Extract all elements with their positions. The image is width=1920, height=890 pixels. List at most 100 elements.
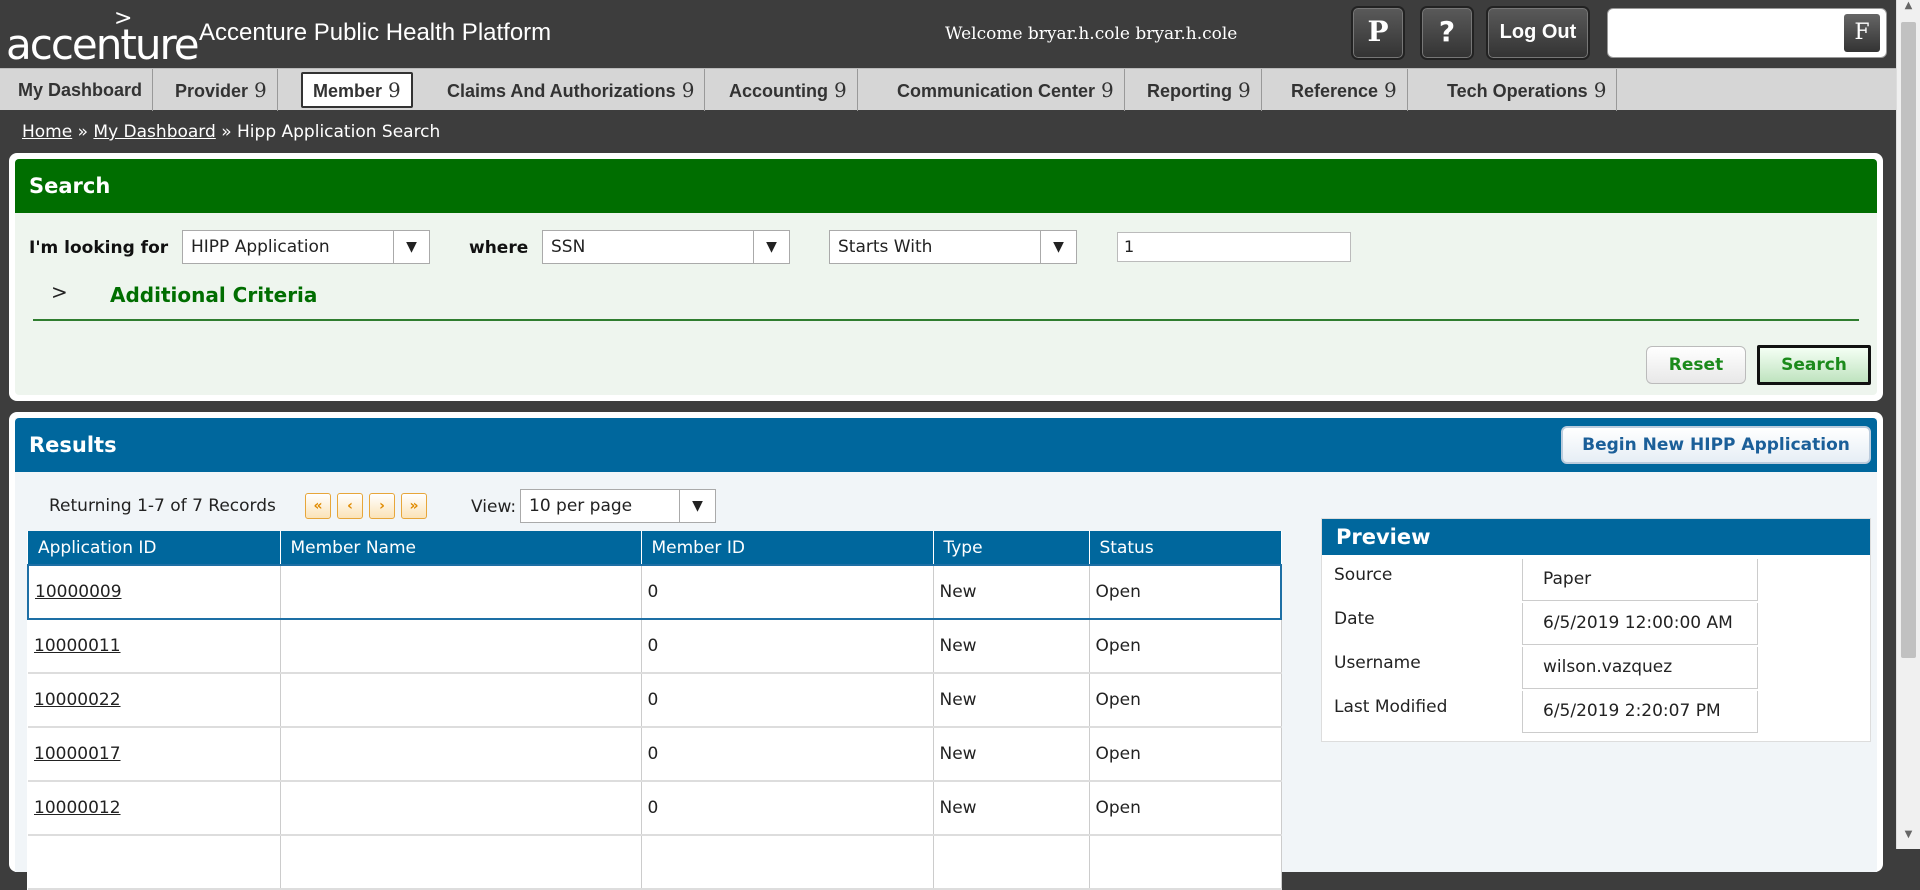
preview-label: Username (1334, 653, 1421, 673)
reset-button[interactable]: Reset (1646, 346, 1746, 384)
table-row[interactable]: 10000009 0 New Open (27, 564, 1282, 620)
application-id-link[interactable]: 10000009 (35, 582, 122, 602)
column-header-status[interactable]: Status (1089, 531, 1282, 565)
looking-for-label: I'm looking for (29, 238, 169, 258)
member-name-cell (280, 835, 642, 890)
column-header-type[interactable]: Type (933, 531, 1090, 565)
logo-wordmark: accenture (6, 20, 200, 69)
member-name-cell (280, 619, 642, 674)
preview-value: 6/5/2019 12:00:00 AM (1522, 603, 1758, 645)
accenture-logo[interactable]: > accenture (6, 6, 200, 69)
page-scrollbar[interactable]: ▲ ▼ (1896, 0, 1920, 849)
additional-criteria-toggle[interactable]: Additional Criteria (110, 283, 317, 307)
member-name-cell (280, 781, 642, 836)
search-button[interactable]: Search (1757, 345, 1871, 385)
breadcrumb-current: Hipp Application Search (237, 122, 441, 142)
status-cell: Open (1089, 673, 1282, 728)
application-id-link[interactable]: 10000017 (34, 744, 121, 764)
results-table: Application ID Member Name Member ID Typ… (27, 531, 1282, 890)
nav-label: Member (313, 81, 383, 101)
nav-label: Claims And Authorizations (447, 81, 676, 101)
nav-item-communication-center[interactable]: Communication Center 9 (887, 69, 1125, 111)
preview-row-last-modified: Last Modified 6/5/2019 2:20:07 PM (1322, 687, 1872, 733)
breadcrumb-separator: » (221, 122, 232, 142)
nav-badge: 9 (388, 78, 401, 102)
scroll-up-icon[interactable]: ▲ (1897, 0, 1920, 20)
preview-title: Preview (1322, 519, 1870, 555)
nav-item-my-dashboard[interactable]: My Dashboard (8, 69, 154, 111)
nav-item-member[interactable]: Member 9 (301, 72, 413, 108)
chevron-down-icon[interactable]: ▼ (393, 231, 429, 263)
breadcrumb: Home » My Dashboard » Hipp Application S… (22, 122, 440, 142)
status-cell: Open (1089, 619, 1282, 674)
help-button[interactable]: ? (1420, 6, 1474, 60)
nav-item-reporting[interactable]: Reporting 9 (1137, 69, 1262, 111)
expand-arrow-icon[interactable]: > (51, 280, 68, 304)
nav-label: Tech Operations (1447, 81, 1588, 101)
field-select[interactable]: SSN ▼ (542, 230, 790, 264)
preview-label: Source (1334, 565, 1393, 585)
per-page-select[interactable]: 10 per page ▼ (520, 489, 716, 523)
looking-for-select[interactable]: HIPP Application ▼ (182, 230, 430, 264)
first-page-icon[interactable]: « (305, 493, 331, 519)
type-cell: New (933, 781, 1090, 836)
nav-badge: 9 (681, 78, 695, 102)
search-value-input[interactable]: 1 (1117, 232, 1351, 262)
breadcrumb-dashboard[interactable]: My Dashboard (93, 122, 215, 142)
app-title: Accenture Public Health Platform (199, 19, 552, 46)
begin-new-hipp-application-button[interactable]: Begin New HIPP Application (1561, 426, 1871, 464)
where-label: where (469, 238, 529, 258)
last-page-icon[interactable]: » (401, 493, 427, 519)
nav-item-tech-operations[interactable]: Tech Operations 9 (1437, 69, 1618, 111)
results-panel: Results Begin New HIPP Application Retur… (9, 412, 1883, 890)
global-search-button[interactable]: F (1844, 14, 1880, 52)
application-id-link[interactable]: 10000022 (34, 690, 121, 710)
nav-item-claims[interactable]: Claims And Authorizations 9 (437, 69, 706, 111)
nav-item-reference[interactable]: Reference 9 (1281, 69, 1408, 111)
chevron-down-icon[interactable]: ▼ (753, 231, 789, 263)
scroll-thumb[interactable] (1901, 22, 1916, 658)
record-count: Returning 1-7 of 7 Records (49, 496, 276, 516)
member-id-cell: 0 (641, 727, 934, 782)
prev-page-icon[interactable]: ‹ (337, 493, 363, 519)
member-id-cell: 0 (641, 564, 934, 620)
scroll-down-icon[interactable]: ▼ (1897, 829, 1920, 849)
nav-label: Reporting (1147, 81, 1232, 101)
column-header-member-id[interactable]: Member ID (641, 531, 934, 565)
member-id-cell: 0 (641, 673, 934, 728)
nav-badge: 9 (1101, 78, 1114, 102)
nav-label: Provider (175, 81, 249, 101)
status-cell: Open (1089, 727, 1282, 782)
application-id-link[interactable]: 10000012 (34, 798, 121, 818)
nav-badge: 9 (1593, 78, 1607, 102)
field-value: SSN (551, 237, 586, 257)
search-panel-title: Search (15, 159, 1877, 213)
nav-item-provider[interactable]: Provider 9 (165, 69, 278, 111)
p-button[interactable]: P (1351, 6, 1405, 60)
chevron-down-icon[interactable]: ▼ (1040, 231, 1076, 263)
nav-label: Reference (1291, 81, 1379, 101)
preview-row-source: Source Paper (1322, 555, 1872, 601)
breadcrumb-home[interactable]: Home (22, 122, 72, 142)
nav-badge: 9 (254, 78, 267, 102)
column-header-member-name[interactable]: Member Name (280, 531, 642, 565)
preview-label: Last Modified (1334, 697, 1448, 717)
nav-item-accounting[interactable]: Accounting 9 (719, 69, 858, 111)
next-page-icon[interactable]: › (369, 493, 395, 519)
table-row[interactable]: 10000011 0 New Open (28, 619, 1282, 674)
global-search-input[interactable]: F (1607, 8, 1887, 58)
table-row[interactable]: 10000017 0 New Open (28, 727, 1282, 782)
application-id-cell (28, 835, 281, 890)
operator-select[interactable]: Starts With ▼ (829, 230, 1077, 264)
table-row[interactable] (28, 835, 1282, 890)
logout-button[interactable]: Log Out (1486, 6, 1590, 60)
preview-label: Date (1334, 609, 1375, 629)
table-row[interactable]: 10000022 0 New Open (28, 673, 1282, 728)
nav-label: Communication Center (897, 81, 1096, 101)
table-row[interactable]: 10000012 0 New Open (28, 781, 1282, 836)
status-cell (1089, 835, 1282, 890)
column-header-application-id[interactable]: Application ID (28, 531, 281, 565)
chevron-down-icon[interactable]: ▼ (679, 490, 715, 522)
application-id-link[interactable]: 10000011 (34, 636, 121, 656)
type-cell: New (933, 673, 1090, 728)
